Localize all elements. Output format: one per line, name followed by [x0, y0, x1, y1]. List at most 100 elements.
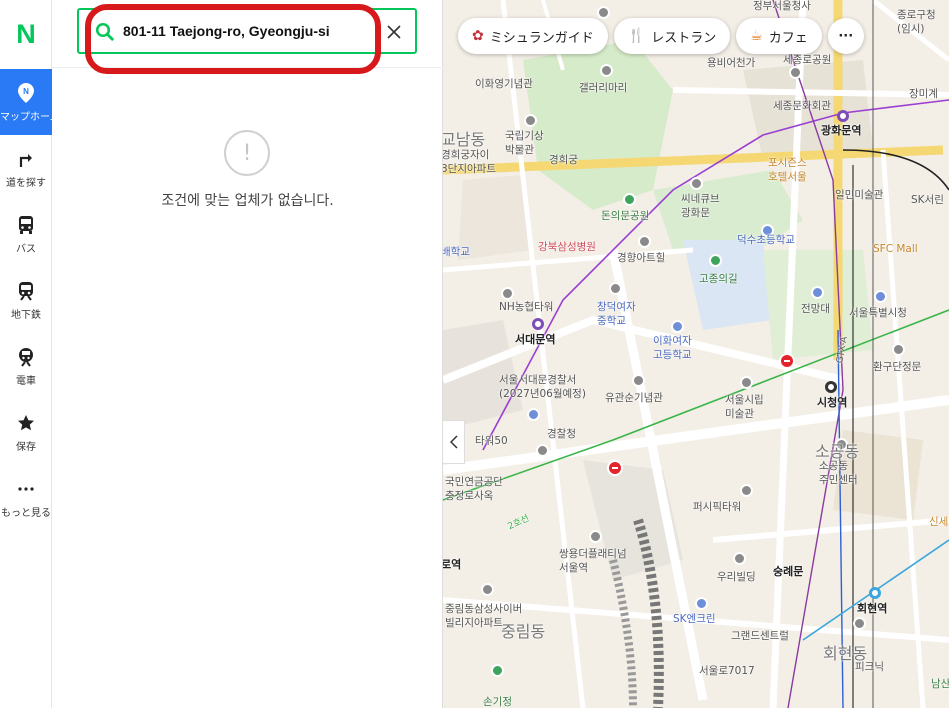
- michelin-icon: ✿: [472, 28, 484, 44]
- nav-bus-label: バス: [16, 243, 36, 255]
- map-label: 돈의문공원: [601, 210, 650, 222]
- station-marker[interactable]: [825, 381, 837, 393]
- chip-michelin[interactable]: ✿ ミシュランガイド: [458, 18, 608, 54]
- poi-marker[interactable]: [632, 374, 645, 387]
- map-label: 서울특별시청: [849, 307, 907, 319]
- nav-saved-label: 保存: [16, 441, 36, 453]
- map-label: 종로구청 (임시): [897, 9, 936, 35]
- poi-marker[interactable]: [695, 597, 708, 610]
- map-label: 정부서울청사: [753, 0, 811, 12]
- map-label: 경향아트힐: [617, 252, 666, 264]
- search-header: [52, 0, 443, 74]
- poi-marker[interactable]: [491, 664, 504, 677]
- poi-marker[interactable]: [527, 408, 540, 421]
- map-label: 손기정: [483, 696, 512, 708]
- nav-directions[interactable]: 道を探す: [0, 135, 52, 201]
- map-label: 유관순기념관: [605, 392, 663, 404]
- category-chips: ✿ ミシュランガイド 🍴 レストラン ☕ カフェ ···: [458, 18, 864, 54]
- station-marker[interactable]: [532, 318, 544, 330]
- poi-marker[interactable]: [874, 290, 887, 303]
- directions-icon: [15, 148, 37, 170]
- nav-map-home[interactable]: N マップホーム: [0, 69, 52, 135]
- empty-result-message: 조건에 맞는 업체가 없습니다.: [161, 193, 334, 209]
- map-label: 창덕여자 중학교: [597, 301, 636, 327]
- poi-marker[interactable]: [853, 617, 866, 630]
- map-label: 이화여자 고등학교: [653, 335, 692, 361]
- nav-subway[interactable]: 地下鉄: [0, 267, 52, 333]
- nav-bus[interactable]: バス: [0, 201, 52, 267]
- map-label: SFC Mall: [873, 243, 918, 255]
- left-nav-rail: N N マップホーム 道を探す バス 地下鉄 電車 保存: [0, 0, 52, 708]
- poi-marker[interactable]: [623, 193, 636, 206]
- nav-saved[interactable]: 保存: [0, 399, 52, 465]
- map-label: 경희궁자이 3단지아파트: [443, 149, 496, 175]
- map-label: 중림동: [501, 622, 546, 641]
- poi-marker[interactable]: [481, 583, 494, 596]
- map-label: 경희궁: [549, 154, 578, 166]
- map-label: 환구단정문: [873, 361, 922, 373]
- poi-marker[interactable]: [789, 66, 802, 79]
- map-label: 남산: [931, 678, 949, 690]
- naver-logo[interactable]: N: [0, 0, 52, 68]
- map-label: 그랜드센트럴: [731, 630, 789, 642]
- poi-marker[interactable]: [600, 64, 613, 77]
- nav-directions-label: 道を探す: [6, 177, 46, 189]
- map-label: 고종의길: [699, 273, 738, 285]
- map-label: 로역: [443, 558, 462, 571]
- poi-marker[interactable]: [740, 484, 753, 497]
- map-label: 시청역: [817, 396, 848, 409]
- search-box[interactable]: [77, 8, 417, 54]
- collapse-panel-button[interactable]: [443, 420, 465, 464]
- station-marker[interactable]: [837, 110, 849, 122]
- map-label: 서울로7017: [699, 665, 755, 677]
- map-label: 덕수초등학교: [737, 234, 795, 246]
- poi-marker[interactable]: [740, 376, 753, 389]
- map-label: 회현역: [857, 602, 888, 615]
- poi-marker[interactable]: [671, 320, 684, 333]
- map-label: 소공동: [815, 442, 860, 461]
- search-input[interactable]: [123, 18, 373, 44]
- poi-marker[interactable]: [638, 235, 651, 248]
- map-label: SK엔크린: [673, 613, 716, 625]
- map-label: 경찰청: [547, 428, 576, 440]
- poi-marker[interactable]: [709, 254, 722, 267]
- map-label: 장미계: [909, 88, 938, 100]
- chip-restaurant[interactable]: 🍴 レストラン: [613, 18, 731, 54]
- map-label: 피크닉: [855, 661, 884, 673]
- nav-more[interactable]: もっと見る: [0, 465, 52, 531]
- poi-marker[interactable]: [609, 282, 622, 295]
- bus-icon: [15, 214, 37, 236]
- more-icon: ···: [838, 28, 854, 44]
- svg-text:N: N: [23, 87, 29, 96]
- poi-marker[interactable]: [811, 286, 824, 299]
- poi-marker[interactable]: [524, 114, 537, 127]
- poi-marker[interactable]: [536, 444, 549, 457]
- station-marker[interactable]: [869, 587, 881, 599]
- map-pin-icon: N: [15, 82, 37, 104]
- map-canvas[interactable]: 이화영기념관 갤러리마리 국립기상 박물관 경희궁 돈의문공원 씨네큐브 광화문…: [443, 0, 949, 708]
- map-label: 광화문역: [821, 124, 862, 137]
- map-label: 타워50: [475, 435, 508, 447]
- chip-cafe[interactable]: ☕ カフェ: [736, 18, 822, 54]
- alert-icon: !: [224, 130, 270, 176]
- map-label: 소공동 주민센터: [819, 460, 858, 486]
- chip-more-button[interactable]: ···: [827, 18, 864, 54]
- nav-map-home-label: マップホーム: [0, 111, 52, 123]
- map-label: 갤러리마리: [579, 82, 628, 94]
- clear-search-button[interactable]: [383, 21, 405, 43]
- map-label: 전망대: [801, 303, 830, 315]
- map-label: 포시즌스 호텔서울: [768, 157, 807, 183]
- poi-marker[interactable]: [589, 530, 602, 543]
- poi-marker[interactable]: [892, 343, 905, 356]
- map-label: 서울시립 미술관: [725, 394, 764, 420]
- no-entry-marker: [607, 460, 623, 476]
- nav-train[interactable]: 電車: [0, 333, 52, 399]
- subway-icon: [15, 280, 37, 302]
- map-label: SK서린: [911, 194, 944, 206]
- map-label: 국민연금공단 충정로사옥: [445, 476, 503, 502]
- nav-more-label: もっと見る: [1, 507, 51, 519]
- chip-restaurant-label: レストラン: [651, 30, 717, 46]
- poi-marker[interactable]: [690, 177, 703, 190]
- star-icon: [15, 412, 37, 434]
- poi-marker[interactable]: [733, 552, 746, 565]
